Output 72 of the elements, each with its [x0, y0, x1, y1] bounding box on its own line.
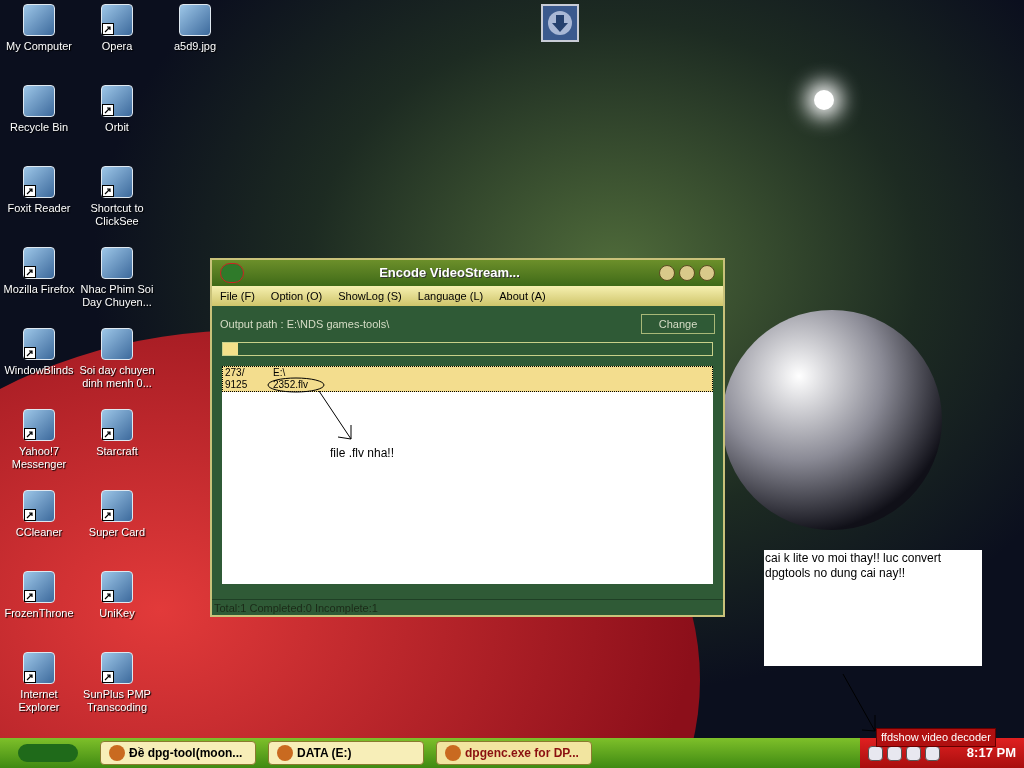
- table-cell-text: E:\ 2352.flv: [273, 367, 310, 391]
- app-icon[interactable]: [23, 247, 55, 279]
- icon-label[interactable]: UniKey: [78, 607, 156, 620]
- annotation-text: file .flv nha!!: [330, 445, 395, 462]
- shortcut-arrow-icon: [102, 185, 114, 197]
- app-icon[interactable]: [101, 85, 133, 117]
- app-icon[interactable]: [23, 166, 55, 198]
- icon-label[interactable]: Orbit: [78, 121, 156, 134]
- shortcut-arrow-icon: [24, 185, 36, 197]
- app-icon[interactable]: [23, 409, 55, 441]
- taskbar-button[interactable]: dpgenc.exe for DP...: [436, 741, 592, 765]
- shortcut-arrow-icon: [24, 347, 36, 359]
- icon-label[interactable]: SunPlus PMP Transcoding: [78, 688, 156, 714]
- shortcut-arrow-icon: [24, 671, 36, 683]
- minimize-icon[interactable]: [659, 265, 675, 281]
- shortcut-arrow-icon: [24, 590, 36, 602]
- taskbar-button[interactable]: DATA (E:): [268, 741, 424, 765]
- icon-label[interactable]: Opera: [78, 40, 156, 53]
- close-icon[interactable]: [699, 265, 715, 281]
- app-icon[interactable]: [101, 571, 133, 603]
- app-icon: [277, 745, 293, 761]
- app-icon[interactable]: [23, 328, 55, 360]
- shortcut-arrow-icon: [102, 509, 114, 521]
- icon-label[interactable]: Super Card: [78, 526, 156, 539]
- app-icon[interactable]: [101, 4, 133, 36]
- icon-label[interactable]: a5d9.jpg: [156, 40, 234, 53]
- list-row[interactable]: 273/ 9125 E:\ 2352.flv: [222, 366, 713, 392]
- output-path-label: Output path : E:\NDS games-tools\: [220, 316, 391, 332]
- icon-label[interactable]: Recycle Bin: [0, 121, 78, 134]
- app-icon[interactable]: [101, 166, 133, 198]
- annotation-arrow: [842, 673, 877, 733]
- app-icon: [445, 745, 461, 761]
- icon-label[interactable]: Foxit Reader: [0, 202, 78, 215]
- app-icon[interactable]: [101, 409, 133, 441]
- maximize-icon[interactable]: [679, 265, 695, 281]
- icon-label[interactable]: Internet Explorer: [0, 688, 78, 714]
- window-title: Encode VideoStream...: [378, 264, 521, 283]
- app-icon[interactable]: [101, 490, 133, 522]
- clock: 8:17 PM: [966, 744, 1016, 763]
- menu-item[interactable]: Option (O): [270, 287, 323, 305]
- icon-label[interactable]: Yahoo!7 Messenger: [0, 445, 78, 471]
- app-icon[interactable]: [101, 652, 133, 684]
- shortcut-arrow-icon: [24, 266, 36, 278]
- icon-label[interactable]: FrozenThrone: [0, 607, 78, 620]
- app-icon: [109, 745, 125, 761]
- menu-item[interactable]: Language (L): [417, 287, 484, 305]
- shortcut-arrow-icon: [102, 428, 114, 440]
- shortcut-arrow-icon: [102, 671, 114, 683]
- tooltip: ffdshow video decoder: [876, 728, 996, 747]
- shortcut-arrow-icon: [24, 428, 36, 440]
- shortcut-arrow-icon: [24, 509, 36, 521]
- shortcut-arrow-icon: [102, 23, 114, 35]
- icon-label[interactable]: Shortcut to ClickSee: [78, 202, 156, 228]
- icon-label[interactable]: Soi day chuyen dinh menh 0...: [78, 364, 156, 390]
- change-button[interactable]: Change: [641, 314, 715, 334]
- icon-label[interactable]: Nhac Phim Soi Day Chuyen...: [78, 283, 156, 309]
- icon-label[interactable]: Starcraft: [78, 445, 156, 458]
- icon-label[interactable]: Mozilla Firefox: [0, 283, 78, 296]
- download-icon[interactable]: [541, 4, 579, 42]
- taskbar-button[interactable]: Đề dpg-tool(moon...: [100, 741, 256, 765]
- app-icon[interactable]: [23, 571, 55, 603]
- app-icon[interactable]: [23, 652, 55, 684]
- icon-label[interactable]: CCleaner: [0, 526, 78, 539]
- note-text: cai k lite vo moi thay!! luc convert dpgtools no dung cai nay!!: [765, 551, 943, 581]
- menu-item[interactable]: About (A): [499, 287, 546, 305]
- table-cell-text: 273/ 9125: [224, 367, 249, 391]
- app-icon[interactable]: [23, 490, 55, 522]
- icon-label[interactable]: My Computer: [0, 40, 78, 53]
- shortcut-arrow-icon: [102, 590, 114, 602]
- menu-item[interactable]: ShowLog (S): [338, 287, 402, 305]
- menu-item[interactable]: File (F): [220, 287, 255, 305]
- shortcut-arrow-icon: [102, 104, 114, 116]
